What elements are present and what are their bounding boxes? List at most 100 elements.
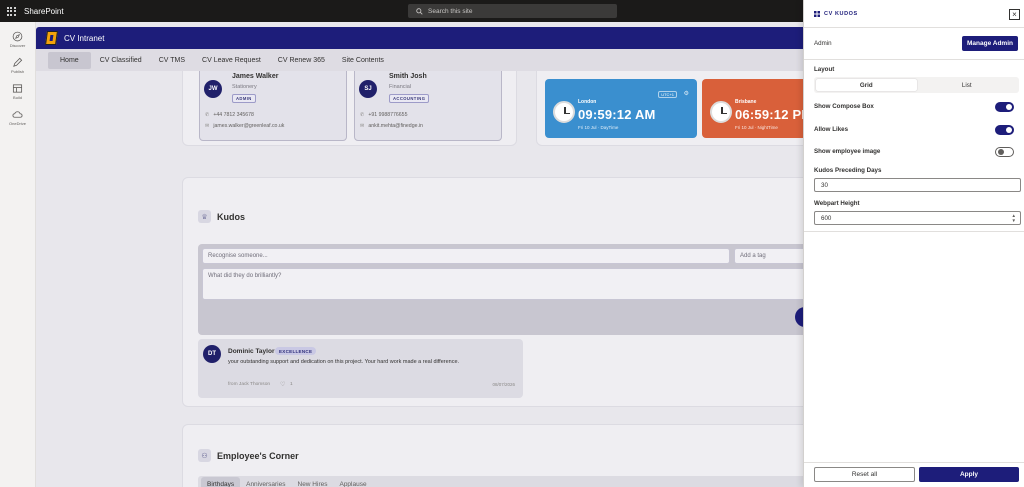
nav-item-cv-leave-request[interactable]: CV Leave Request bbox=[194, 53, 269, 68]
contact-card[interactable]: JW James Walker Stationery ADMIN ✆ +44 78… bbox=[199, 71, 347, 141]
webpart-height-input[interactable]: 600 ▲ ▼ bbox=[814, 211, 1021, 225]
timezone-tag: UTC+1 bbox=[658, 91, 677, 98]
spinner-arrows-icon[interactable]: ▲ ▼ bbox=[1012, 213, 1016, 223]
rail-label: Build bbox=[13, 95, 22, 100]
manage-admin-button[interactable]: Manage Admin bbox=[962, 36, 1018, 51]
search-placeholder: Search this site bbox=[428, 7, 473, 15]
clock-face-icon bbox=[710, 101, 732, 123]
build-icon bbox=[12, 84, 23, 93]
rail-item-discover[interactable]: Discover bbox=[0, 31, 35, 48]
contact-name: Smith Josh bbox=[389, 73, 427, 80]
post-badge: EXCELLENCE bbox=[275, 347, 317, 355]
reset-all-button[interactable]: Reset all bbox=[814, 467, 915, 482]
rail-item-publish[interactable]: Publish bbox=[0, 57, 35, 74]
compose-box: Recognise someone... Add a tag What did … bbox=[198, 244, 803, 335]
allow-likes-toggle[interactable] bbox=[995, 125, 1014, 135]
layout-option-grid[interactable]: Grid bbox=[816, 79, 917, 91]
like-count: 1 bbox=[290, 382, 293, 387]
nav-item-cv-classified[interactable]: CV Classified bbox=[92, 53, 150, 68]
contact-card[interactable]: SJ Smith Josh Financial ACCOUNTING ✆ +91 … bbox=[354, 71, 502, 141]
send-button[interactable] bbox=[795, 307, 803, 327]
people-icon: ⚇ bbox=[198, 449, 211, 462]
waffle-icon bbox=[6, 6, 16, 16]
like-heart-icon[interactable]: ♡ bbox=[280, 381, 285, 388]
email-text: james.walker@greenleaf.co.uk bbox=[213, 123, 285, 129]
preceding-days-input[interactable]: 30 bbox=[814, 178, 1021, 192]
show-image-label: Show employee image bbox=[814, 148, 881, 155]
rail-item-build[interactable]: Build bbox=[0, 83, 35, 100]
nav-item-cv-tms[interactable]: CV TMS bbox=[151, 53, 193, 68]
show-compose-toggle[interactable] bbox=[995, 102, 1014, 112]
message-textarea[interactable]: What did they do brilliantly? bbox=[202, 268, 803, 300]
rail-item-onedrive[interactable]: OneDrive bbox=[0, 109, 35, 126]
layout-option-list[interactable]: List bbox=[917, 79, 1018, 91]
contact-badge: ACCOUNTING bbox=[389, 94, 430, 103]
rail-label: Publish bbox=[10, 69, 25, 74]
preceding-days-label: Kudos Preceding Days bbox=[814, 167, 882, 174]
contact-email[interactable]: ✉ james.walker@greenleaf.co.uk bbox=[205, 123, 284, 129]
grid-icon bbox=[814, 11, 820, 17]
allow-likes-label: Allow Likes bbox=[814, 126, 849, 133]
app-bar: Discover Publish Build OneDrive bbox=[0, 22, 36, 487]
layout-label: Layout bbox=[814, 66, 835, 73]
clock-date: Fri 10 Jul · DayTime bbox=[578, 125, 619, 130]
mail-icon: ✉ bbox=[360, 123, 365, 129]
post-date: 08/07/2026 bbox=[492, 382, 515, 387]
site-logo[interactable] bbox=[45, 31, 58, 45]
panel-header: CV KUDOS bbox=[814, 11, 858, 17]
close-icon[interactable]: × bbox=[1009, 9, 1020, 20]
corner-title: Employee's Corner bbox=[217, 451, 299, 461]
site-navigation: Home CV Classified CV TMS CV Leave Reque… bbox=[36, 49, 803, 71]
app-launcher-button[interactable] bbox=[0, 0, 22, 22]
panel-title: CV KUDOS bbox=[824, 11, 858, 17]
contact-dept: Financial bbox=[389, 84, 412, 90]
phone-icon: ✆ bbox=[205, 112, 210, 118]
site-title[interactable]: CV Intranet bbox=[64, 34, 104, 43]
layout-toggle: Grid List bbox=[814, 77, 1019, 93]
rail-label: Discover bbox=[9, 43, 26, 48]
compass-icon bbox=[12, 31, 23, 42]
contact-phone[interactable]: ✆ +44 7812 345678 bbox=[205, 112, 254, 118]
phone-icon: ✆ bbox=[360, 112, 365, 118]
divider bbox=[804, 231, 1024, 232]
webpart-height-label: Webpart Height bbox=[814, 200, 860, 207]
nav-item-cv-renew-365[interactable]: CV Renew 365 bbox=[270, 53, 333, 68]
tab-new-hires[interactable]: New Hires bbox=[292, 477, 334, 487]
site-header: CV Intranet bbox=[36, 27, 803, 49]
app-name[interactable]: SharePoint bbox=[24, 7, 64, 16]
show-image-toggle[interactable] bbox=[995, 147, 1014, 157]
tag-input[interactable]: Add a tag bbox=[734, 248, 803, 264]
site-area: CV Intranet Home CV Classified CV TMS CV… bbox=[36, 22, 803, 487]
clock-date: Fri 10 Jul · NightTime bbox=[735, 125, 778, 130]
pen-icon bbox=[13, 57, 23, 67]
post-sender: from Jack Thomson bbox=[228, 382, 271, 387]
search-box[interactable]: Search this site bbox=[408, 4, 617, 18]
rail-label: OneDrive bbox=[9, 121, 26, 126]
contact-phone[interactable]: ✆ +91 9988776655 bbox=[360, 112, 407, 118]
clock-time: 06:59:12 PM bbox=[735, 107, 803, 122]
mail-icon: ✉ bbox=[205, 123, 210, 129]
tab-birthdays[interactable]: Birthdays bbox=[201, 477, 241, 487]
settings-icon[interactable]: ⚙ bbox=[684, 90, 689, 97]
divider bbox=[804, 462, 1024, 463]
tab-anniversaries[interactable]: Anniversaries bbox=[240, 477, 291, 487]
apply-button[interactable]: Apply bbox=[919, 467, 1019, 482]
avatar: JW bbox=[204, 80, 222, 98]
search-icon bbox=[416, 7, 423, 15]
contact-email[interactable]: ✉ ankit.mehta@finedge.in bbox=[360, 123, 423, 129]
contact-dept: Stationery bbox=[232, 84, 257, 90]
nav-item-site-contents[interactable]: Site Contents bbox=[334, 53, 392, 68]
page-content: JW James Walker Stationery ADMIN ✆ +44 78… bbox=[36, 71, 803, 487]
kudos-post: DT Dominic Taylor EXCELLENCE your outsta… bbox=[198, 339, 523, 398]
height-value: 600 bbox=[821, 214, 832, 222]
cloud-icon bbox=[12, 111, 23, 118]
clock-card-brisbane: Brisbane 06:59:12 PM Fri 10 Jul · NightT… bbox=[702, 79, 803, 138]
corner-tabs: Birthdays Anniversaries New Hires Applau… bbox=[198, 476, 803, 487]
property-pane: CV KUDOS × Admin Manage Admin Layout Gri… bbox=[803, 0, 1024, 487]
show-compose-label: Show Compose Box bbox=[814, 103, 874, 110]
tab-applause[interactable]: Applause bbox=[333, 477, 372, 487]
nav-item-home[interactable]: Home bbox=[48, 51, 91, 69]
recognise-input[interactable]: Recognise someone... bbox=[202, 248, 730, 264]
phone-text: +44 7812 345678 bbox=[213, 112, 254, 118]
post-message: your outstanding support and dedication … bbox=[228, 359, 460, 365]
